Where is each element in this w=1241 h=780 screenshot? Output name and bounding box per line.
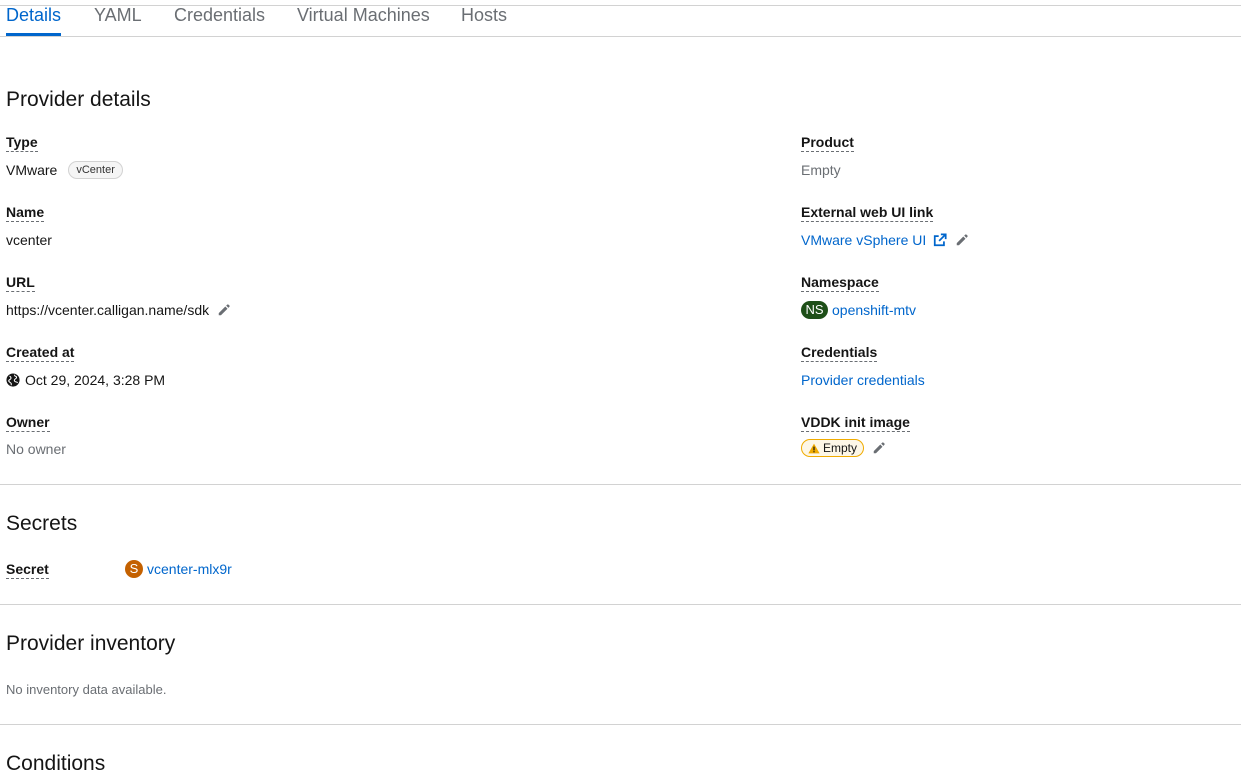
external-link-icon[interactable] xyxy=(933,233,947,247)
edit-url-pencil-icon[interactable] xyxy=(217,303,231,317)
section-divider xyxy=(0,484,1241,485)
tab-yaml[interactable]: YAML xyxy=(94,5,142,36)
edit-vddk-pencil-icon[interactable] xyxy=(872,441,886,455)
section-divider xyxy=(0,604,1241,605)
product-label[interactable]: Product xyxy=(801,134,854,152)
vddk-init-image-label[interactable]: VDDK init image xyxy=(801,414,910,432)
secrets-heading: Secrets xyxy=(6,512,78,535)
namespace-value: NS openshift-mtv xyxy=(801,301,916,319)
credentials-value: Provider credentials xyxy=(801,371,925,389)
owner-label[interactable]: Owner xyxy=(6,414,50,432)
vddk-init-image-value: Empty xyxy=(801,439,886,457)
vddk-empty-text: Empty xyxy=(823,441,858,455)
globe-icon xyxy=(6,373,20,387)
vcenter-chip: vCenter xyxy=(68,161,123,179)
vddk-empty-chip: Empty xyxy=(801,439,865,457)
url-text: https://vcenter.calligan.name/sdk xyxy=(6,302,210,318)
provider-details-heading: Provider details xyxy=(6,88,151,111)
warning-triangle-icon xyxy=(808,443,820,453)
edit-web-link-pencil-icon[interactable] xyxy=(955,233,969,247)
tab-credentials[interactable]: Credentials xyxy=(174,5,265,36)
url-label[interactable]: URL xyxy=(6,274,35,292)
name-label[interactable]: Name xyxy=(6,204,45,222)
owner-value: No owner xyxy=(6,441,66,457)
inventory-empty-text: No inventory data available. xyxy=(6,682,167,697)
provider-inventory-heading: Provider inventory xyxy=(6,632,176,655)
created-at-text: Oct 29, 2024, 3:28 PM xyxy=(25,372,166,388)
namespace-link[interactable]: openshift-mtv xyxy=(832,301,916,319)
external-web-ui-link-label[interactable]: External web UI link xyxy=(801,204,934,222)
namespace-label[interactable]: Namespace xyxy=(801,274,879,292)
type-value: VMware vCenter xyxy=(6,161,123,179)
secret-label[interactable]: Secret xyxy=(6,561,49,579)
tab-hosts[interactable]: Hosts xyxy=(461,5,507,36)
name-value: vcenter xyxy=(6,232,52,248)
created-at-label[interactable]: Created at xyxy=(6,344,75,362)
created-at-value: Oct 29, 2024, 3:28 PM xyxy=(6,371,165,389)
external-web-ui-link-value: VMware vSphere UI xyxy=(801,231,969,249)
tab-bar: Details YAML Credentials Virtual Machine… xyxy=(0,5,1241,37)
provider-credentials-link[interactable]: Provider credentials xyxy=(801,371,925,389)
section-divider xyxy=(0,724,1241,725)
url-value: https://vcenter.calligan.name/sdk xyxy=(6,301,231,319)
secret-value: S vcenter-mlx9r xyxy=(125,560,232,578)
vsphere-ui-link[interactable]: VMware vSphere UI xyxy=(801,231,926,249)
type-label[interactable]: Type xyxy=(6,134,38,152)
tab-details[interactable]: Details xyxy=(6,5,62,36)
type-text: VMware xyxy=(6,162,58,178)
secret-badge: S xyxy=(125,560,143,578)
tab-virtual-machines[interactable]: Virtual Machines xyxy=(297,5,430,36)
credentials-label[interactable]: Credentials xyxy=(801,344,878,362)
secret-link[interactable]: vcenter-mlx9r xyxy=(147,560,232,578)
conditions-heading: Conditions xyxy=(6,752,106,775)
namespace-badge: NS xyxy=(801,301,828,319)
product-value: Empty xyxy=(801,162,841,178)
